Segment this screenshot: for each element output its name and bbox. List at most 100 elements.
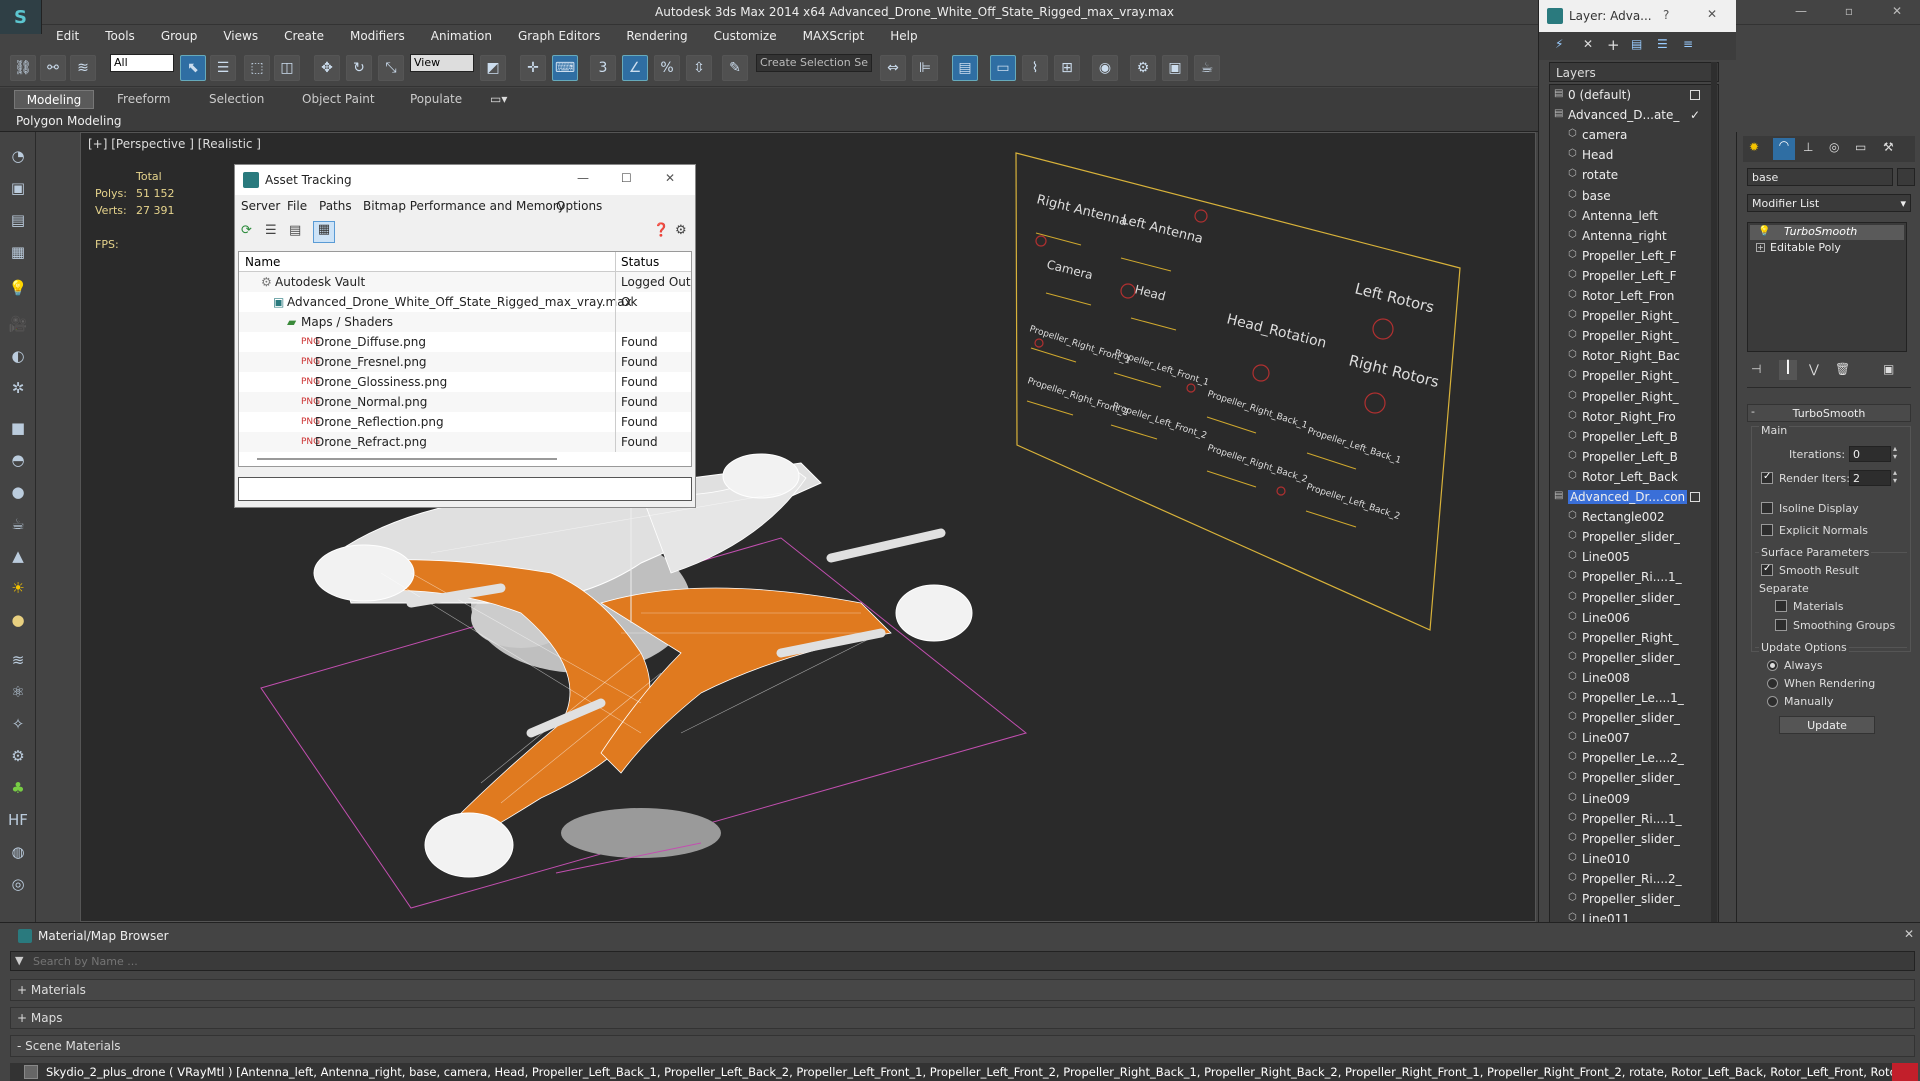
- object-name-field[interactable]: base: [1747, 168, 1893, 186]
- render-icon[interactable]: ☕: [1194, 55, 1220, 81]
- configure-sets-icon[interactable]: ▣: [1883, 362, 1894, 376]
- menu-group[interactable]: Group: [147, 25, 210, 43]
- layer-item[interactable]: ▤ Advanced_Dr....con: [1550, 487, 1718, 507]
- selection-filter-dropdown[interactable]: All: [110, 54, 174, 72]
- menu-maxscript[interactable]: MAXScript: [789, 25, 877, 43]
- refresh-icon[interactable]: ⟳: [241, 223, 259, 241]
- cone-icon[interactable]: ▲: [6, 544, 30, 568]
- tab-freeform[interactable]: Freeform: [117, 92, 170, 106]
- spinner-arrows-icon[interactable]: ▴ ▾: [1893, 469, 1897, 485]
- layer-item[interactable]: ⬡ camera: [1550, 125, 1718, 145]
- viewport-label[interactable]: [+] [Perspective ] [Realistic ]: [88, 137, 261, 151]
- close-icon[interactable]: ✕: [1904, 927, 1914, 941]
- layer-item[interactable]: ⬡ Propeller_Le....2_: [1550, 748, 1718, 768]
- bind-space-warp-icon[interactable]: ≋: [70, 55, 96, 81]
- maximize-icon[interactable]: ▫: [1838, 4, 1860, 20]
- sphere-icon[interactable]: ●: [6, 480, 30, 504]
- tab-object-paint[interactable]: Object Paint: [302, 92, 375, 106]
- layer-item[interactable]: ⬡ Rotor_Right_Bac: [1550, 346, 1718, 366]
- lightbulb-icon[interactable]: 💡: [1758, 226, 1770, 237]
- menu-modifiers[interactable]: Modifiers: [336, 25, 417, 43]
- table-row[interactable]: PNG Drone_Refract.png Found: [239, 432, 691, 452]
- options-icon[interactable]: ⚙: [675, 223, 687, 238]
- dome-icon[interactable]: ◓: [6, 448, 30, 472]
- layer-item[interactable]: ⬡ Propeller_Ri....1_: [1550, 809, 1718, 829]
- object-color-swatch[interactable]: [1897, 168, 1915, 186]
- viewport-icon[interactable]: ◔: [6, 144, 30, 168]
- select-by-name-icon[interactable]: ☰: [210, 55, 236, 81]
- manually-radio[interactable]: [1767, 696, 1778, 707]
- helper-icon[interactable]: ◐: [6, 344, 30, 368]
- hair-fur-icon[interactable]: HF: [6, 808, 30, 832]
- scene-material-entry[interactable]: Skydio_2_plus_drone ( VRayMtl ) [Antenna…: [10, 1063, 1915, 1081]
- camera-icon[interactable]: 🎥: [6, 312, 30, 336]
- layer-item[interactable]: ⬡ Propeller_Right_: [1550, 326, 1718, 346]
- layer-item[interactable]: ⬡ Rotor_Left_Fron: [1550, 286, 1718, 306]
- layer-item[interactable]: ⬡ Propeller_slider_: [1550, 889, 1718, 909]
- highlight-layer-icon[interactable]: ≡: [1683, 37, 1693, 51]
- materials-group[interactable]: + Materials: [10, 979, 1915, 1001]
- layer-item[interactable]: ⬡ Head: [1550, 145, 1718, 165]
- layer-item[interactable]: ⬡ Propeller_slider_: [1550, 768, 1718, 788]
- layers-header[interactable]: Layers: [1549, 62, 1719, 82]
- asset-menu-options[interactable]: Options: [556, 199, 602, 213]
- rotate-icon[interactable]: ↻: [346, 55, 372, 81]
- grid-icon[interactable]: ▦: [6, 240, 30, 264]
- column-name[interactable]: Name: [245, 255, 280, 269]
- layer-item[interactable]: ⬡ Rotor_Left_Back: [1550, 467, 1718, 487]
- layer-filter-icon[interactable]: ⚡: [1555, 37, 1563, 51]
- gear-icon[interactable]: ⚙: [6, 744, 30, 768]
- render-iters-spinner[interactable]: 2: [1849, 470, 1891, 486]
- material-color-swatch[interactable]: [1892, 1063, 1918, 1081]
- layer-item[interactable]: ⬡ Line005: [1550, 547, 1718, 567]
- layer-item[interactable]: ⬡ Propeller_Ri....1_: [1550, 567, 1718, 587]
- minimize-icon[interactable]: —: [577, 171, 589, 185]
- link-icon[interactable]: ⛓: [10, 55, 36, 81]
- layer-item[interactable]: ⬡ Line008: [1550, 668, 1718, 688]
- expand-icon[interactable]: +: [1756, 243, 1765, 252]
- pivot-center-icon[interactable]: ◩: [480, 55, 506, 81]
- box-icon[interactable]: ■: [6, 416, 30, 440]
- collapse-icon[interactable]: -: [1751, 405, 1755, 418]
- table-row[interactable]: PNG Drone_Diffuse.png Found: [239, 332, 691, 352]
- cloth-icon[interactable]: ◍: [6, 840, 30, 864]
- layer-item[interactable]: ⬡ Propeller_slider_: [1550, 588, 1718, 608]
- scale-icon[interactable]: ⤡: [378, 55, 404, 81]
- edit-named-selection-icon[interactable]: ✎: [722, 55, 748, 81]
- layer-item[interactable]: ⬡ Line006: [1550, 608, 1718, 628]
- layer-item[interactable]: ⬡ Line007: [1550, 728, 1718, 748]
- remove-modifier-icon[interactable]: 🗑: [1835, 362, 1850, 376]
- asset-menu-bitmap[interactable]: Bitmap Performance and Memory: [363, 199, 565, 213]
- when-rendering-radio[interactable]: [1767, 678, 1778, 689]
- layer-item[interactable]: ⬡ Antenna_left: [1550, 206, 1718, 226]
- help-icon[interactable]: ?: [1663, 8, 1669, 22]
- table-row[interactable]: PNG Drone_Glossiness.png Found: [239, 372, 691, 392]
- column-status[interactable]: Status: [621, 255, 659, 269]
- move-icon[interactable]: ✥: [314, 55, 340, 81]
- display-tab-icon[interactable]: ▭: [1855, 140, 1866, 154]
- make-unique-icon[interactable]: ⋁: [1809, 362, 1819, 376]
- asset-menu-file[interactable]: File: [287, 199, 307, 213]
- layer-item[interactable]: ⬡ Propeller_Left_B: [1550, 427, 1718, 447]
- iterations-spinner[interactable]: 0: [1849, 446, 1891, 462]
- minimize-icon[interactable]: —: [1790, 4, 1812, 20]
- create-tab-icon[interactable]: ✹: [1749, 140, 1759, 154]
- hair-icon[interactable]: ≋: [6, 648, 30, 672]
- current-layer-box[interactable]: [1690, 90, 1700, 100]
- maps-group[interactable]: + Maps: [10, 1007, 1915, 1029]
- window-crossing-icon[interactable]: ◫: [274, 55, 300, 81]
- smoothing-groups-checkbox[interactable]: [1775, 619, 1787, 631]
- unlink-icon[interactable]: ⚯: [40, 55, 66, 81]
- layer-item[interactable]: ⬡ Line009: [1550, 789, 1718, 809]
- select-object-icon[interactable]: ⬉: [180, 55, 206, 81]
- table-row[interactable]: ⚙ Autodesk Vault Logged Out ...: [239, 272, 691, 292]
- layer-item[interactable]: ⬡ Propeller_Left_F: [1550, 246, 1718, 266]
- polygon-modeling-label[interactable]: Polygon Modeling: [16, 114, 122, 128]
- layer-item[interactable]: ⬡ Propeller_Right_: [1550, 366, 1718, 386]
- material-sphere-icon[interactable]: ●: [6, 608, 30, 632]
- layer-item[interactable]: ▤ Advanced_D...ate_ ✓: [1550, 105, 1718, 125]
- layer-item[interactable]: ⬡ Propeller_slider_: [1550, 648, 1718, 668]
- menu-animation[interactable]: Animation: [417, 25, 504, 43]
- always-radio[interactable]: [1767, 660, 1778, 671]
- tree-view-icon[interactable]: ▤: [289, 223, 307, 241]
